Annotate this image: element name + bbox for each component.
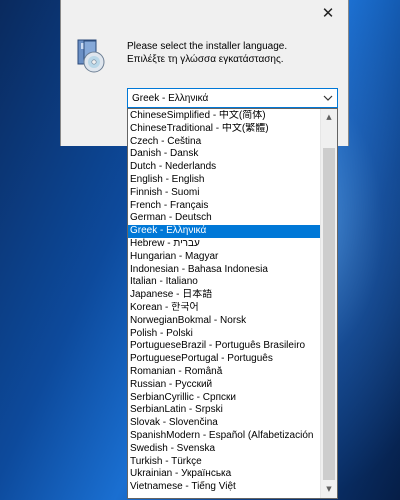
language-option[interactable]: Swedish - Svenska bbox=[128, 443, 320, 456]
language-option[interactable]: Hebrew - עברית bbox=[128, 238, 320, 251]
language-option[interactable]: Romanian - Română bbox=[128, 366, 320, 379]
selected-language: Greek - Ελληνικά bbox=[132, 93, 209, 104]
prompt-line-greek: Επιλέξτε τη γλώσσα εγκατάστασης. bbox=[127, 54, 284, 65]
language-options: ChineseSimplified - 中文(简体) ChineseTraditi… bbox=[128, 110, 320, 494]
language-option[interactable]: ChineseSimplified - 中文(简体) bbox=[128, 110, 320, 123]
installer-disk-icon bbox=[77, 39, 105, 73]
language-option[interactable]: French - Français bbox=[128, 200, 320, 213]
language-option[interactable]: SerbianLatin - Srpski bbox=[128, 404, 320, 417]
language-option[interactable]: Turkish - Türkçe bbox=[128, 456, 320, 469]
chevron-down-icon[interactable] bbox=[323, 92, 333, 104]
language-option[interactable]: Japanese - 日本語 bbox=[128, 289, 320, 302]
language-option[interactable]: English - English bbox=[128, 174, 320, 187]
language-option[interactable]: Finnish - Suomi bbox=[128, 187, 320, 200]
scroll-thumb[interactable] bbox=[323, 148, 335, 480]
language-option[interactable]: Russian - Русский bbox=[128, 379, 320, 392]
prompt-text: Please select the installer language. Επ… bbox=[127, 40, 287, 66]
language-option[interactable]: Polish - Polski bbox=[128, 328, 320, 341]
language-option[interactable]: Slovak - Slovenčina bbox=[128, 417, 320, 430]
language-option[interactable]: Vietnamese - Tiếng Việt bbox=[128, 481, 320, 494]
scroll-up-arrow-icon[interactable]: ▲ bbox=[321, 109, 337, 126]
language-option[interactable]: Hungarian - Magyar bbox=[128, 251, 320, 264]
language-option[interactable]: NorwegianBokmal - Norsk bbox=[128, 315, 320, 328]
language-option[interactable]: Indonesian - Bahasa Indonesia bbox=[128, 264, 320, 277]
language-option[interactable]: ChineseTraditional - 中文(繁體) bbox=[128, 123, 320, 136]
language-option[interactable]: Italian - Italiano bbox=[128, 276, 320, 289]
scrollbar[interactable]: ▲ ▼ bbox=[320, 109, 337, 498]
language-option-selected[interactable]: Greek - Ελληνικά bbox=[128, 225, 320, 238]
language-option[interactable]: Dutch - Nederlands bbox=[128, 161, 320, 174]
scroll-down-arrow-icon[interactable]: ▼ bbox=[321, 481, 337, 498]
language-option[interactable]: Korean - 한국어 bbox=[128, 302, 320, 315]
language-option[interactable]: Ukrainian - Українська bbox=[128, 468, 320, 481]
language-option[interactable]: PortuguesePortugal - Português bbox=[128, 353, 320, 366]
language-dropdown-list[interactable]: ChineseSimplified - 中文(简体) ChineseTraditi… bbox=[127, 108, 338, 499]
language-option[interactable]: SerbianCyrillic - Српски bbox=[128, 392, 320, 405]
prompt-line-english: Please select the installer language. bbox=[127, 41, 288, 52]
close-button[interactable]: ✕ bbox=[316, 2, 340, 24]
language-option[interactable]: SpanishModern - Español (Alfabetización bbox=[128, 430, 320, 443]
language-option[interactable]: Czech - Čeština bbox=[128, 136, 320, 149]
language-option[interactable]: German - Deutsch bbox=[128, 212, 320, 225]
language-option[interactable]: PortugueseBrazil - Português Brasileiro bbox=[128, 340, 320, 353]
language-select[interactable]: Greek - Ελληνικά bbox=[127, 88, 338, 108]
language-option[interactable]: Danish - Dansk bbox=[128, 148, 320, 161]
